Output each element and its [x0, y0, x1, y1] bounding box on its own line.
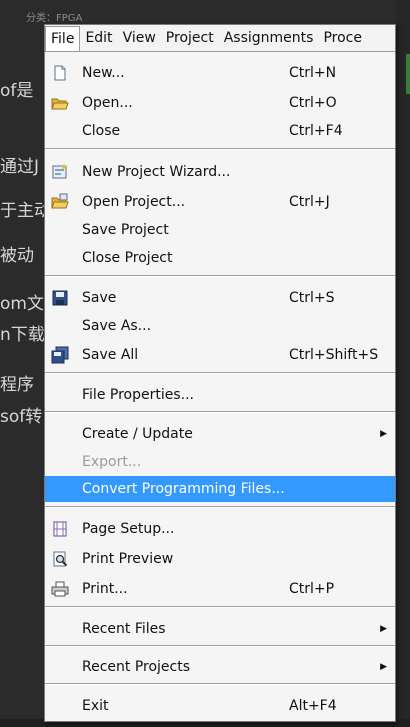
article-text-line: sof转: [0, 407, 43, 427]
menu-file[interactable]: File: [45, 25, 81, 52]
breadcrumb: 分类：FPGA: [26, 13, 83, 24]
file-menu-dropdown: New... Ctrl+N Open... Ctrl+O Close Ctrl+…: [45, 51, 395, 721]
menu-project[interactable]: Project: [161, 25, 219, 51]
menu-item-page-setup[interactable]: Page Setup...: [45, 516, 395, 542]
menu-item-print-preview[interactable]: Print Preview: [45, 546, 395, 572]
menu-separator: [45, 606, 395, 608]
menu-item-close-project[interactable]: Close Project: [45, 245, 395, 271]
menu-item-convert-programming-files[interactable]: Convert Programming Files...: [45, 476, 395, 502]
new-file-icon: [54, 65, 66, 81]
menu-item-new[interactable]: New... Ctrl+N: [45, 60, 395, 86]
menu-item-save-as[interactable]: Save As...: [45, 313, 395, 339]
menu-view[interactable]: View: [118, 25, 161, 51]
menu-separator: [45, 506, 395, 508]
open-project-icon: [51, 193, 69, 209]
menu-item-create-update[interactable]: Create / Update ▶: [45, 421, 395, 447]
menu-edit[interactable]: Edit: [80, 25, 117, 51]
printer-icon: [51, 581, 69, 597]
article-text-line: om文: [0, 294, 44, 314]
page-scroll-edge: [396, 0, 410, 727]
menu-separator: [45, 411, 395, 413]
app-window: File Edit View Project Assignments Proce…: [44, 24, 396, 722]
menu-item-close[interactable]: Close Ctrl+F4: [45, 118, 395, 144]
menu-item-open-project[interactable]: Open Project... Ctrl+J: [45, 189, 395, 215]
menu-item-export: Export...: [82, 454, 142, 470]
article-text-line: n下载: [0, 325, 45, 345]
menu-separator: [45, 683, 395, 685]
menu-separator: [45, 645, 395, 647]
open-folder-icon: [51, 98, 69, 110]
menu-item-recent-projects[interactable]: Recent Projects ▶: [45, 654, 395, 680]
menu-separator: [45, 148, 395, 150]
menu-item-save[interactable]: Save Ctrl+S: [45, 285, 395, 311]
menu-bar: File Edit View Project Assignments Proce: [45, 25, 395, 52]
menu-assignments[interactable]: Assignments: [219, 25, 319, 51]
article-text-line: 通过J: [0, 157, 40, 177]
wizard-icon: [52, 164, 67, 179]
save-disk-icon: [52, 290, 68, 306]
submenu-arrow-icon: ▶: [380, 429, 387, 439]
print-preview-icon: [53, 551, 68, 567]
menu-item-open[interactable]: Open... Ctrl+O: [45, 90, 395, 116]
side-marker: [406, 54, 410, 94]
article-text-line: 程序: [0, 375, 34, 395]
menu-item-exit[interactable]: Exit Alt+F4: [45, 693, 395, 719]
page-setup-icon: [53, 521, 67, 537]
menu-item-save-all[interactable]: Save All Ctrl+Shift+S: [45, 342, 395, 368]
menu-item-save-project[interactable]: Save Project: [45, 217, 395, 243]
menu-processing[interactable]: Proce: [318, 25, 367, 51]
article-text-line: 被动: [0, 246, 34, 266]
menu-separator: [45, 372, 395, 374]
menu-item-file-properties[interactable]: File Properties...: [45, 382, 395, 408]
menu-item-print[interactable]: Print... Ctrl+P: [45, 576, 395, 602]
submenu-arrow-icon: ▶: [380, 624, 387, 634]
submenu-arrow-icon: ▶: [380, 662, 387, 672]
menu-item-new-project-wizard[interactable]: New Project Wizard...: [45, 159, 395, 185]
article-text-line: of是: [0, 81, 34, 101]
menu-separator: [45, 275, 395, 277]
save-all-icon: [51, 346, 69, 364]
menu-item-recent-files[interactable]: Recent Files ▶: [45, 616, 395, 642]
